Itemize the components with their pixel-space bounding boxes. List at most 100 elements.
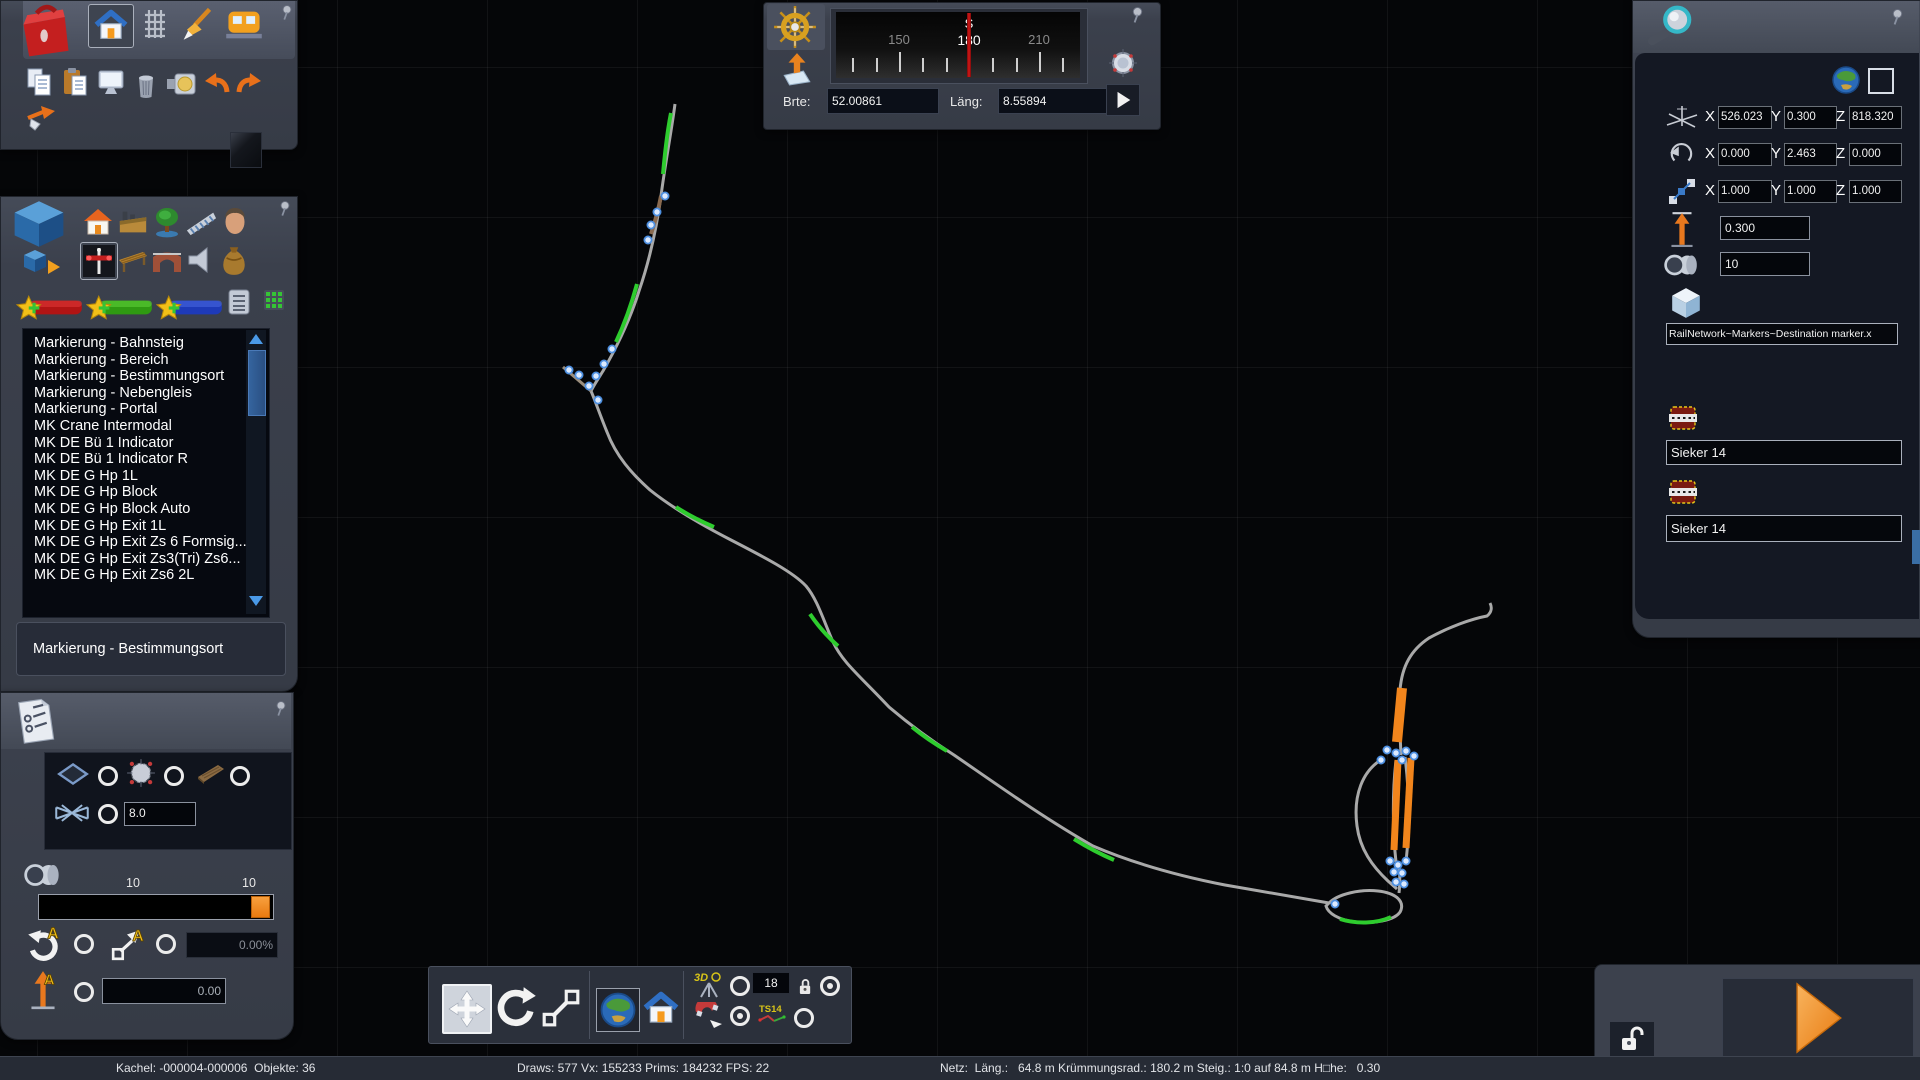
track-control-point[interactable] <box>653 208 660 215</box>
track-control-point[interactable] <box>594 396 601 403</box>
route-name-field-1[interactable]: Sieker 14 <box>1666 440 1902 465</box>
plank-style-radio[interactable] <box>230 766 250 786</box>
edge-scroll-nub[interactable] <box>1912 530 1920 564</box>
camera-gyro-button[interactable] <box>1108 48 1138 78</box>
pos-y-field[interactable]: 0.300 <box>1784 106 1837 129</box>
camera-3d-radio[interactable] <box>730 976 750 996</box>
list-item[interactable]: Markierung - Bereich <box>23 352 269 369</box>
list-item[interactable]: MK DE G Hp Exit Zs 6 Formsig... <box>23 534 269 551</box>
list-item[interactable]: Markierung - Nebengleis <box>23 385 269 402</box>
list-item[interactable]: Markierung - Bahnsteig <box>23 335 269 352</box>
track-control-point[interactable] <box>644 236 651 243</box>
copy-button[interactable] <box>24 66 56 98</box>
scroll-up-icon[interactable] <box>249 334 263 344</box>
scale-z-field[interactable]: 1.000 <box>1849 180 1902 203</box>
globe-view-button[interactable] <box>596 988 640 1032</box>
list-item[interactable]: MK DE G Hp Block <box>23 484 269 501</box>
track-control-point[interactable] <box>1402 747 1409 754</box>
route-name-field-2[interactable]: Sieker 14 <box>1666 515 1902 542</box>
pin-icon[interactable] <box>280 4 294 22</box>
insert-object-button[interactable] <box>24 104 60 132</box>
grid-view-button[interactable] <box>264 290 284 310</box>
favorites-green-button[interactable] <box>86 295 154 321</box>
palette-furniture-button[interactable] <box>117 246 149 276</box>
track-segment[interactable] <box>1400 603 1491 690</box>
track-control-point[interactable] <box>1402 857 1409 864</box>
list-item[interactable]: MK DE Bü 1 Indicator <box>23 435 269 452</box>
track-control-point[interactable] <box>1377 756 1384 763</box>
redo-button[interactable] <box>234 70 264 98</box>
auto-rotate-radio[interactable] <box>74 934 94 954</box>
home-view-button[interactable] <box>642 990 680 1028</box>
track-control-point[interactable] <box>565 366 572 373</box>
track-mode-button[interactable] <box>136 6 174 42</box>
coords-checkbox[interactable] <box>1868 68 1894 94</box>
marker-list-scrollbar[interactable] <box>246 330 266 614</box>
palette-track-objects-button[interactable] <box>185 204 217 240</box>
list-item[interactable]: MK DE Bü 1 Indicator R <box>23 451 269 468</box>
lattice-style-radio[interactable] <box>98 804 118 824</box>
track-segment[interactable] <box>676 507 714 527</box>
range-slider-handle[interactable] <box>251 896 270 918</box>
rot-y-field[interactable]: 2.463 <box>1784 143 1837 166</box>
palette-signals-button[interactable] <box>80 242 118 280</box>
track-control-point[interactable] <box>1394 861 1401 868</box>
list-item[interactable]: Markierung - Bestimmungsort <box>23 368 269 385</box>
track-control-point[interactable] <box>585 382 592 389</box>
list-item[interactable]: MK DE G Hp Block Auto <box>23 501 269 518</box>
material-preview[interactable] <box>230 132 262 168</box>
grid-size-field[interactable]: 18 <box>752 972 790 994</box>
range-slider[interactable] <box>38 894 274 920</box>
favorites-red-button[interactable] <box>16 295 84 321</box>
smoothing-field[interactable]: 8.0 <box>124 802 196 826</box>
rolling-stock-button[interactable] <box>222 7 266 43</box>
height-offset-field[interactable]: 0.00 <box>102 978 226 1004</box>
pin-icon[interactable] <box>1890 8 1905 27</box>
track-control-point[interactable] <box>1331 900 1338 907</box>
object-height-field[interactable]: 0.300 <box>1720 216 1810 240</box>
scale-x-field[interactable]: 1.000 <box>1718 180 1772 203</box>
plane-style-radio[interactable] <box>98 766 118 786</box>
auto-move-radio[interactable] <box>156 934 176 954</box>
category-cube-arrow-icon[interactable] <box>22 248 62 278</box>
layout-lock-button[interactable] <box>1610 1022 1654 1056</box>
home-view-button[interactable] <box>88 4 134 48</box>
track-control-point[interactable] <box>661 192 668 199</box>
list-item[interactable]: MK Crane Intermodal <box>23 418 269 435</box>
move-tool-button[interactable] <box>442 984 492 1034</box>
goto-play-button[interactable] <box>1106 84 1140 116</box>
lock-radio[interactable] <box>820 976 840 996</box>
undo-button[interactable] <box>202 70 232 98</box>
longitude-field[interactable]: 8.55894 <box>998 88 1110 114</box>
track-control-point[interactable] <box>1390 868 1397 875</box>
object-count-field[interactable]: 10 <box>1720 252 1810 276</box>
scroll-down-icon[interactable] <box>249 596 263 606</box>
track-control-point[interactable] <box>1392 878 1399 885</box>
compass-wheel-button[interactable] <box>767 4 825 50</box>
scale-tool-button[interactable] <box>540 986 582 1028</box>
pin-icon[interactable] <box>1130 6 1145 25</box>
list-item[interactable]: MK DE G Hp Exit Zs3(Tri) Zs6... <box>23 551 269 568</box>
track-control-point[interactable] <box>647 221 654 228</box>
category-3d-cube-icon[interactable] <box>10 198 68 250</box>
track-control-point[interactable] <box>1392 749 1399 756</box>
track-control-point[interactable] <box>1398 756 1405 763</box>
list-item[interactable]: MK DE G Hp Exit 1L <box>23 518 269 535</box>
track-control-point[interactable] <box>592 372 599 379</box>
track-control-point[interactable] <box>1398 869 1405 876</box>
track-segment[interactable] <box>1397 688 1402 742</box>
list-item[interactable]: Markierung - Portal <box>23 401 269 418</box>
track-segment[interactable] <box>591 104 1329 903</box>
start-simulation-button[interactable] <box>1722 978 1914 1058</box>
list-view-button[interactable] <box>228 288 250 316</box>
track-segment[interactable] <box>912 727 947 751</box>
track-segment[interactable] <box>1340 917 1391 923</box>
track-segment[interactable] <box>616 284 637 342</box>
palette-sounds-button[interactable] <box>185 244 215 276</box>
track-control-point[interactable] <box>608 345 615 352</box>
palette-vegetation-button[interactable] <box>151 204 183 240</box>
rotate-tool-button[interactable] <box>494 986 538 1030</box>
palette-industry-button[interactable] <box>117 204 149 240</box>
list-item[interactable]: MK DE G Hp 1L <box>23 468 269 485</box>
screenshot-button[interactable] <box>96 68 126 98</box>
